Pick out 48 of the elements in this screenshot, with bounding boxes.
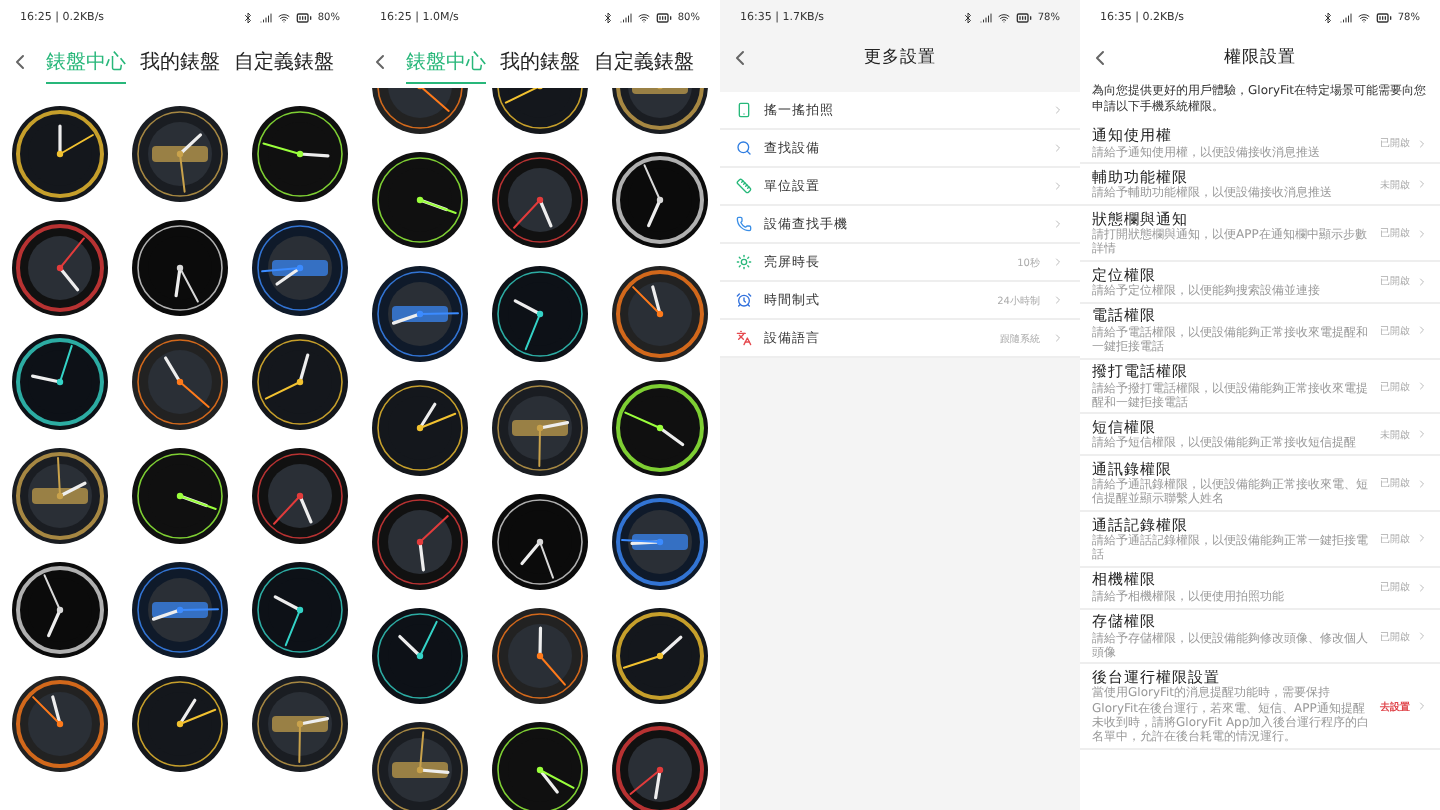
chevron-icon xyxy=(1052,142,1064,154)
tab[interactable]: 自定義錶盤 xyxy=(594,41,694,83)
tab[interactable]: 我的錶盤 xyxy=(500,41,580,83)
signal-icon xyxy=(979,12,992,24)
chevron-icon xyxy=(1416,324,1428,337)
tab[interactable]: 我的錶盤 xyxy=(140,41,220,83)
chevron-icon xyxy=(1416,380,1428,393)
bluetooth-icon xyxy=(961,12,974,24)
battery-icon xyxy=(1015,10,1032,26)
signal-icon xyxy=(1339,12,1352,24)
wifi-icon xyxy=(997,12,1010,24)
wifi-icon xyxy=(277,12,290,24)
chevron-icon xyxy=(1416,275,1428,288)
wifi-icon xyxy=(1357,12,1370,24)
battery-icon xyxy=(1375,10,1392,26)
signal-icon xyxy=(619,12,632,24)
language-icon xyxy=(736,330,752,346)
chevron-icon xyxy=(1416,630,1428,643)
page-title: 權限設置 xyxy=(1222,46,1298,70)
chevron-icon xyxy=(1052,294,1064,306)
ruler-icon xyxy=(736,178,752,194)
bluetooth-icon xyxy=(601,12,614,24)
bluetooth-icon xyxy=(241,12,254,24)
tab[interactable]: 自定義錶盤 xyxy=(234,41,334,83)
chevron-icon xyxy=(1416,532,1428,545)
chevron-icon xyxy=(1052,218,1064,230)
chevron-icon xyxy=(1052,180,1064,192)
battery-icon xyxy=(655,10,672,26)
handset-icon xyxy=(736,216,752,232)
chevron-icon xyxy=(1416,700,1428,713)
wifi-icon xyxy=(637,12,650,24)
alarm-clock-icon xyxy=(736,292,752,308)
chevron-icon xyxy=(1416,477,1428,490)
chevron-icon xyxy=(1052,104,1064,116)
chevron-icon xyxy=(1416,227,1428,240)
chevron-icon xyxy=(1416,137,1428,150)
chevron-icon xyxy=(1416,581,1428,594)
chevron-icon xyxy=(1416,428,1428,441)
signal-icon xyxy=(259,12,272,24)
chevron-icon xyxy=(1416,178,1428,191)
sun-icon xyxy=(736,254,752,270)
page-title: 更多設置 xyxy=(862,46,938,70)
bluetooth-icon xyxy=(1321,12,1334,24)
chevron-icon xyxy=(1052,332,1064,344)
phone-icon xyxy=(736,102,752,118)
chevron-icon xyxy=(1052,256,1064,268)
search-icon xyxy=(736,140,752,156)
battery-icon xyxy=(295,10,312,26)
